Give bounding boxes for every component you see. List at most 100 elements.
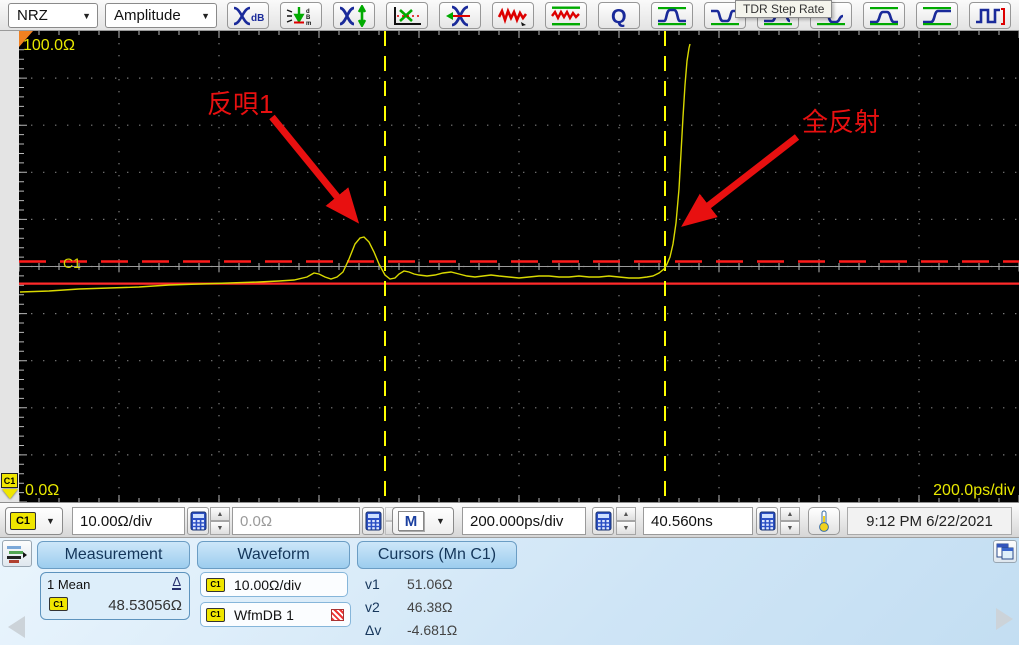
signal-type-dropdown[interactable]: NRZ ▼ — [8, 3, 98, 28]
waveform-db-readout[interactable]: C1 WfmDB 1 — [200, 602, 351, 627]
chevron-down-icon: ▼ — [436, 516, 445, 526]
calculator-icon — [190, 511, 206, 531]
calculator-icon — [365, 511, 381, 531]
waveform-db-name: WfmDB 1 — [234, 606, 294, 623]
q-factor-icon: Q — [611, 6, 627, 27]
eye-width-icon — [446, 5, 470, 26]
timebase-m-badge: M — [398, 511, 424, 531]
channel-badge: C1 — [206, 607, 225, 622]
tdt-pulse-icon — [976, 7, 1005, 25]
step-response-button[interactable] — [916, 2, 958, 29]
cursor-delta-row: Δv -4.681Ω — [365, 622, 457, 638]
eye-height-icon — [339, 4, 367, 27]
temperature-button[interactable] — [808, 507, 840, 535]
waveform-rise-button[interactable] — [863, 2, 905, 29]
waveform-display[interactable]: 100.0Ω 0.0Ω 200.0ps/div C1 反唄1 全反射 — [18, 30, 1019, 503]
bottom-scale-label: 0.0Ω — [25, 482, 59, 499]
chevron-down-icon: ▼ — [82, 10, 91, 21]
spin-up-icon[interactable]: ▲ — [616, 507, 636, 521]
tab-cursors[interactable]: Cursors (Mn C1) — [357, 541, 517, 569]
horizontal-scale-value: 200.000ps/div — [470, 512, 564, 530]
waveform-scale-readout[interactable]: C1 10.00Ω/div — [200, 572, 348, 597]
annotation-arrow-2 — [681, 134, 800, 227]
noise-limits-icon — [551, 6, 580, 25]
cursor-v2-label: v2 — [365, 599, 380, 615]
cursor-v2-row: v2 46.38Ω — [365, 599, 453, 615]
waveform-scale-value: 10.00Ω/div — [234, 576, 302, 593]
readout-setup-button[interactable] — [2, 540, 32, 567]
pulse-positive-icon — [658, 6, 686, 25]
cursor-v1-value: 51.06Ω — [407, 576, 453, 592]
eye-height-button[interactable] — [333, 2, 375, 29]
vertical-scale-spinner[interactable]: ▲ ▼ — [210, 507, 230, 535]
top-toolbar: NRZ ▼ Amplitude ▼ dB d Bm Q TDR Step Rate — [0, 0, 1019, 31]
step-response-icon — [923, 6, 951, 25]
horizontal-position-value: 40.560ns — [651, 512, 713, 530]
c1-trace[interactable] — [19, 43, 691, 293]
horizontal-scale-spinner[interactable]: ▲ ▼ — [616, 507, 636, 535]
vertical-offset-field[interactable]: 0.0Ω — [232, 507, 360, 535]
scroll-right-arrow[interactable] — [996, 608, 1013, 630]
channel-badge: C1 — [10, 512, 36, 530]
measurement-readout[interactable]: 1 Mean Δ C1 48.53056Ω — [40, 572, 190, 620]
eye-diagram-db-button[interactable]: dB — [227, 2, 269, 29]
vertical-scale-keypad-button[interactable] — [187, 507, 209, 535]
cursor-delta-label: Δv — [365, 622, 382, 638]
svg-text:dB: dB — [251, 13, 264, 24]
measurement-value: 48.53056Ω — [108, 597, 182, 614]
windows-icon — [996, 543, 1014, 560]
waveform-rise-icon — [870, 6, 898, 25]
tab-measurement[interactable]: Measurement — [37, 541, 190, 569]
dbm-measure-button[interactable]: dBm — [280, 2, 322, 29]
timebase-dropdown[interactable]: M ▼ — [392, 507, 454, 535]
svg-text:Q: Q — [611, 6, 627, 27]
mask-test-icon — [394, 6, 421, 25]
thermometer-icon — [819, 510, 829, 532]
tdt-pulse-button[interactable] — [969, 2, 1011, 29]
annotation-arrow-1 — [269, 114, 360, 224]
panel-layout-button[interactable] — [993, 540, 1017, 563]
cursor-v1-label: v1 — [365, 576, 380, 592]
vertical-scale-field[interactable]: 10.00Ω/div — [72, 507, 185, 535]
dbm-measure-icon: dBm — [286, 6, 311, 27]
horizontal-position-field[interactable]: 40.560ns — [643, 507, 753, 535]
jitter-waveform-icon — [497, 6, 528, 26]
measurement-name: 1 Mean — [47, 577, 91, 592]
eye-width-button[interactable] — [439, 2, 481, 29]
horizontal-position-spinner[interactable]: ▲ ▼ — [780, 507, 800, 535]
pulse-positive-button[interactable] — [651, 2, 693, 29]
chevron-down-icon: ▼ — [46, 516, 55, 526]
annotation-text-1: 反唄1 — [207, 89, 273, 119]
vertical-offset-value: 0.0Ω — [240, 512, 273, 530]
plot-left-gutter: C1 — [0, 31, 19, 502]
eye-diagram-db-icon: dB — [233, 6, 264, 25]
calculator-icon — [595, 511, 611, 531]
tab-waveform[interactable]: Waveform — [197, 541, 350, 569]
scroll-left-arrow[interactable] — [8, 616, 25, 638]
channel-c1-marker[interactable]: C1 — [1, 473, 18, 488]
horizontal-position-keypad-button[interactable] — [756, 507, 778, 535]
timebase-scale-label: 200.0ps/div — [933, 482, 1015, 499]
channel-select-dropdown[interactable]: C1 ▼ — [5, 507, 63, 535]
vertical-offset-keypad-button[interactable] — [362, 507, 384, 535]
spin-up-icon[interactable]: ▲ — [210, 507, 230, 521]
spin-up-icon[interactable]: ▲ — [780, 507, 800, 521]
tdr-step-rate-tooltip: TDR Step Rate — [735, 0, 833, 18]
horizontal-scale-field[interactable]: 200.000ps/div — [462, 507, 586, 535]
vertical-scale-value: 10.00Ω/div — [80, 512, 153, 530]
signal-type-value: NRZ — [17, 7, 48, 24]
measure-category-dropdown[interactable]: Amplitude ▼ — [105, 3, 217, 28]
annotation-text-2: 全反射 — [802, 107, 880, 137]
mask-test-button[interactable] — [386, 2, 428, 29]
cursor-v1-row: v1 51.06Ω — [365, 576, 453, 592]
delta-icon: Δ — [172, 574, 181, 590]
noise-limits-button[interactable] — [545, 2, 587, 29]
datetime-display: 9:12 PM 6/22/2021 — [847, 507, 1012, 535]
spin-down-icon[interactable]: ▼ — [616, 521, 636, 535]
q-factor-button[interactable]: Q — [598, 2, 640, 29]
spin-down-icon[interactable]: ▼ — [780, 521, 800, 535]
jitter-waveform-button[interactable] — [492, 2, 534, 29]
horizontal-scale-keypad-button[interactable] — [592, 507, 614, 535]
channel-badge: C1 — [206, 577, 225, 592]
spin-down-icon[interactable]: ▼ — [210, 521, 230, 535]
